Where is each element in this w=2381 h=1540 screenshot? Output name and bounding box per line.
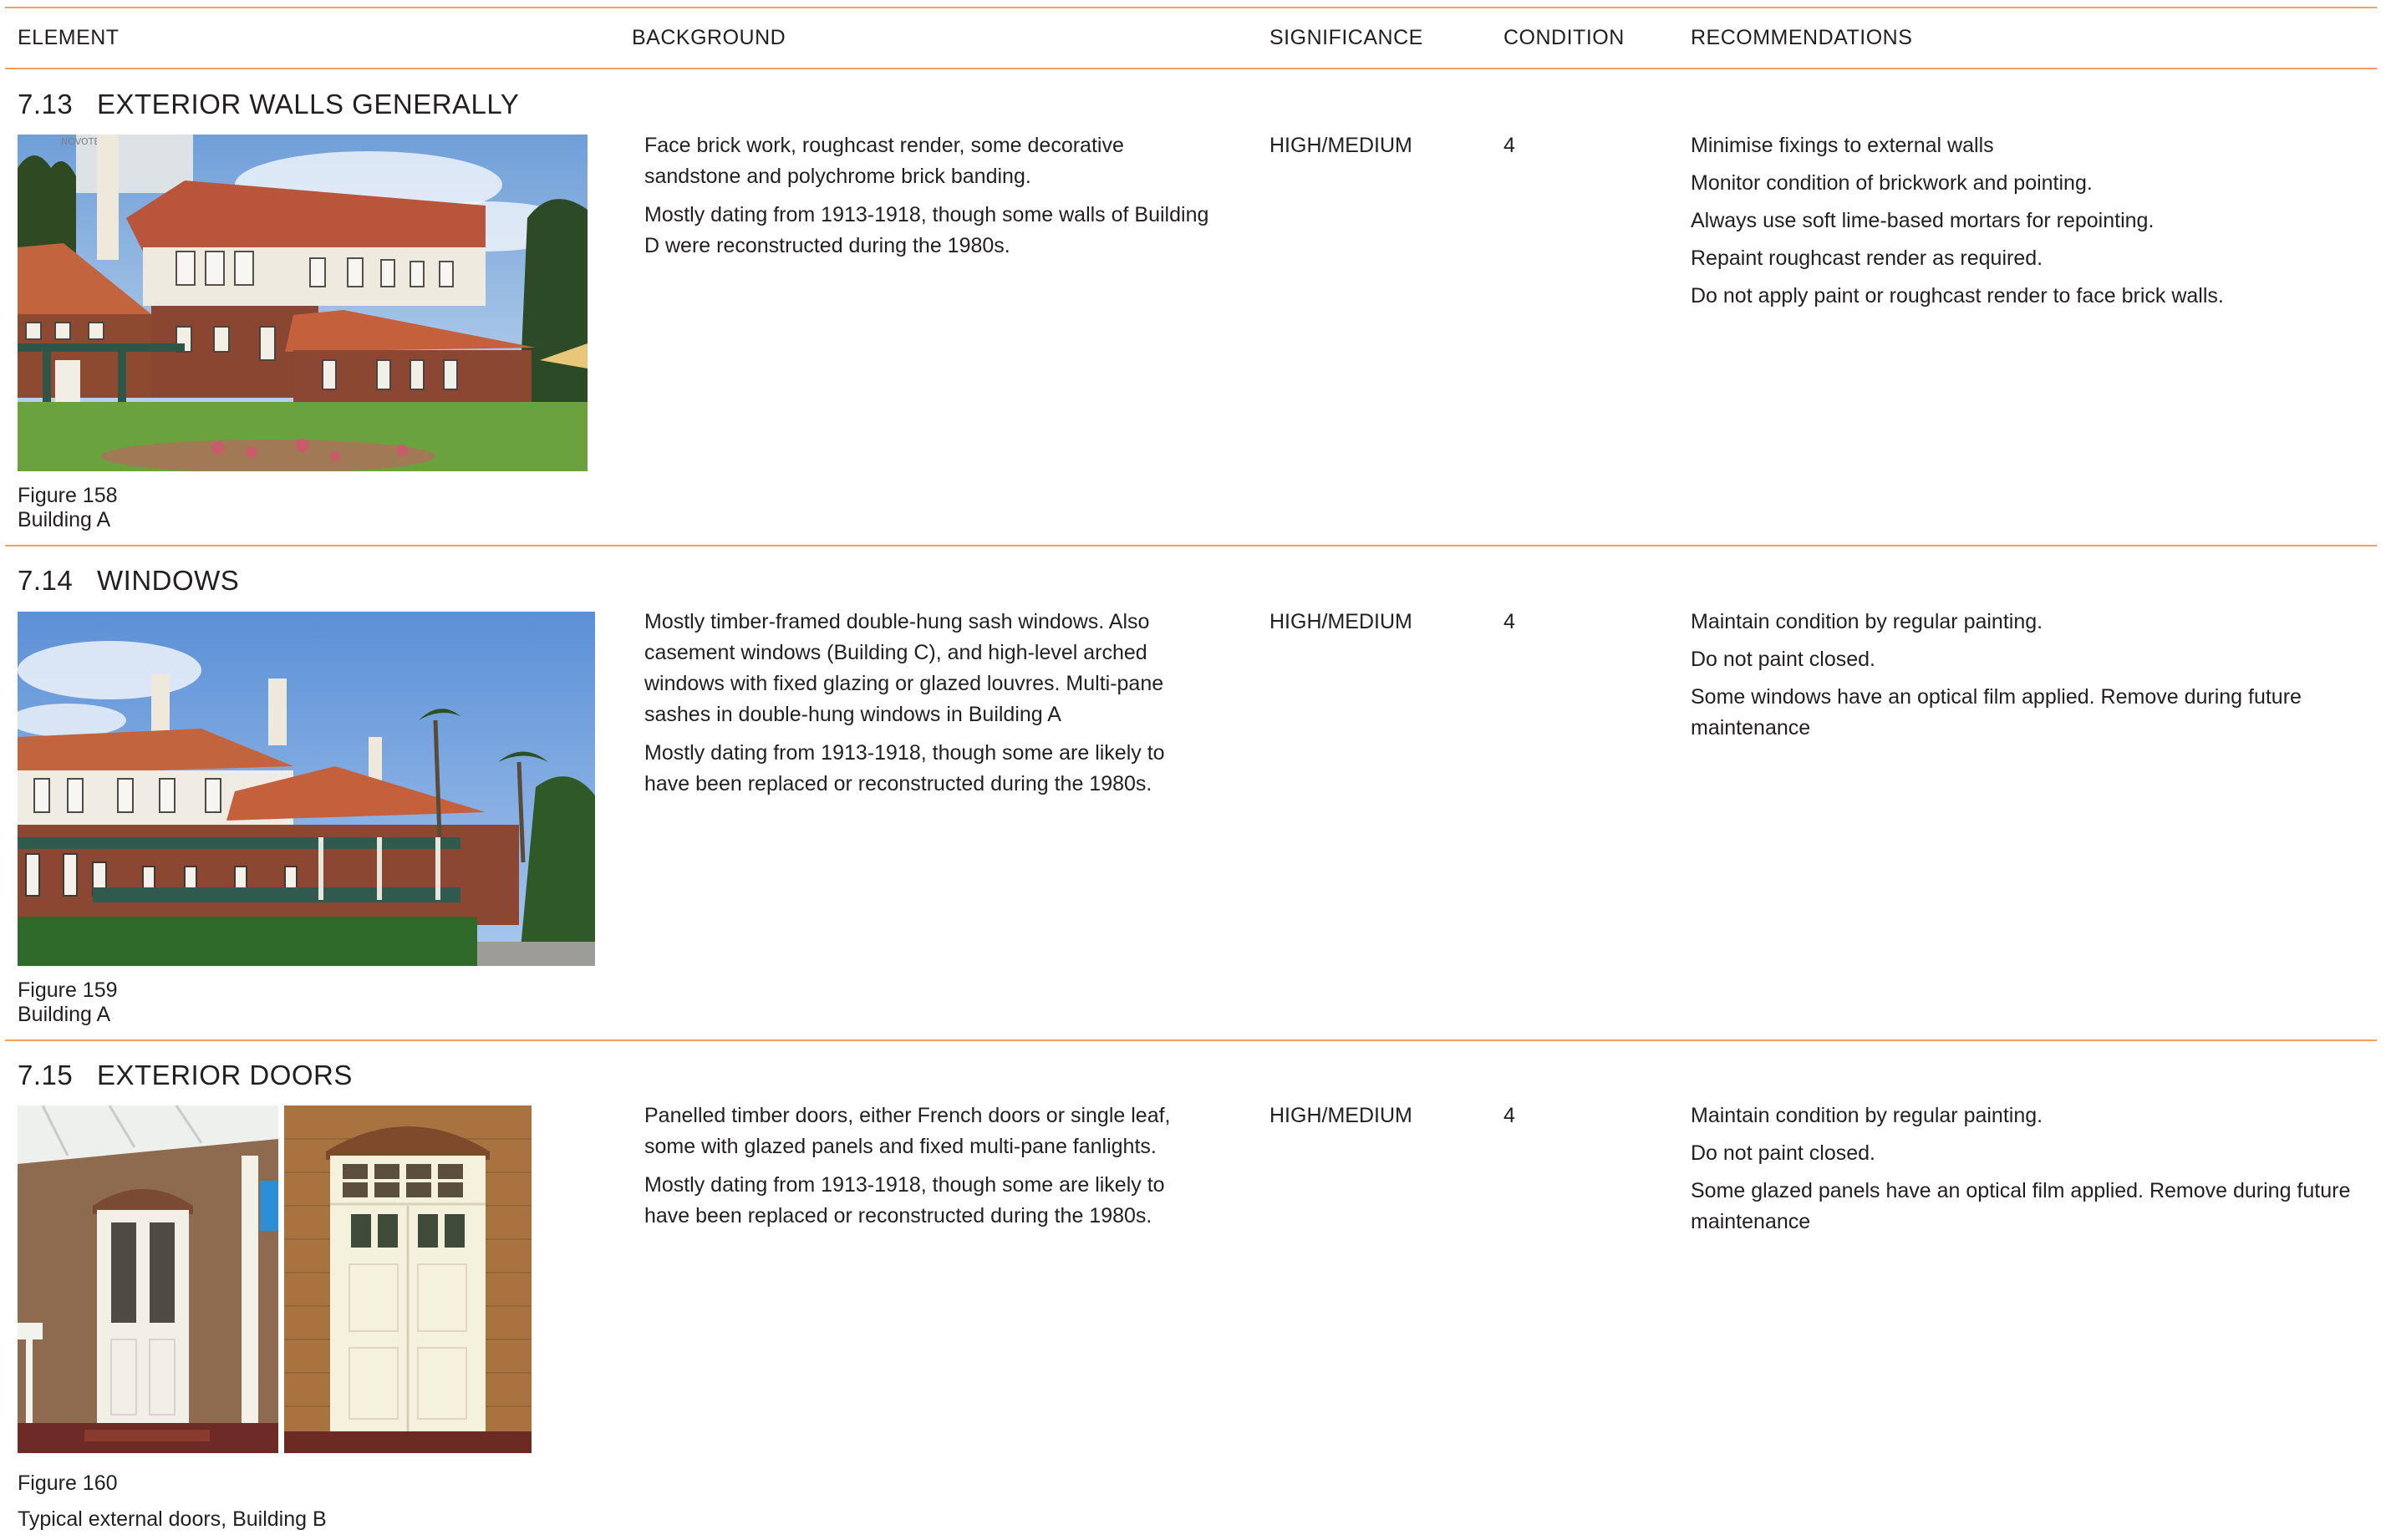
condition-value: 4 [1503, 610, 1515, 633]
significance-value: HIGH/MEDIUM [1269, 1104, 1412, 1127]
background-text: Panelled timber doors, either French doo… [644, 1100, 1213, 1239]
figure-description: Building A [18, 508, 111, 531]
background-paragraph: Mostly timber-framed double-hung sash wi… [644, 610, 1164, 726]
french-door-photo [284, 1105, 532, 1453]
section-heading: WINDOWS [97, 565, 240, 596]
column-header-background: BACKGROUND [632, 26, 786, 49]
background-paragraph: Face brick work, roughcast render, some … [644, 134, 1124, 188]
column-header-recommendations: RECOMMENDATIONS [1691, 26, 1913, 49]
recommendation-item: Maintain condition by regular painting. [1691, 610, 2043, 633]
column-header-element: ELEMENT [18, 26, 120, 49]
figure-caption: Figure 158 Building A [18, 484, 118, 532]
figure-caption: Figure 160 Typical external doors, Build… [18, 1466, 327, 1537]
recommendation-item: Always use soft lime-based mortars for r… [1691, 209, 2155, 232]
recommendation-item: Do not paint closed. [1691, 1141, 1875, 1165]
recommendation-item: Do not paint closed. [1691, 648, 1875, 671]
section-title-windows: 7.14 WINDOWS [18, 565, 239, 597]
background-paragraph: Mostly dating from 1913-1918, though som… [644, 203, 1209, 257]
recommendation-item: Minimise fixings to external walls [1691, 134, 1994, 157]
background-paragraph: Panelled timber doors, either French doo… [644, 1104, 1171, 1158]
recommendations-list: Maintain condition by regular painting. … [1691, 1100, 2351, 1244]
section-heading: EXTERIOR WALLS GENERALLY [97, 89, 520, 119]
top-rule [5, 7, 2377, 8]
section-divider [5, 545, 2377, 546]
recommendations-list: Maintain condition by regular painting. … [1691, 607, 2351, 750]
figure-caption: Figure 159 Building A [18, 978, 118, 1027]
condition-value: 4 [1503, 134, 1515, 157]
recommendations-list: Minimise fixings to external walls Monit… [1691, 130, 2351, 318]
section-number: 7.15 [18, 1060, 74, 1090]
recommendation-item: Some glazed panels have an optical film … [1691, 1179, 2351, 1233]
recommendation-item: Repaint roughcast render as required. [1691, 247, 2043, 270]
section-divider [5, 1039, 2377, 1041]
building-a-walls-photo: NOVOTEL [18, 135, 588, 471]
figure-description: Typical external doors, Building B [18, 1507, 327, 1531]
building-a-windows-photo [18, 612, 595, 966]
column-header-significance: SIGNIFICANCE [1269, 26, 1423, 49]
background-paragraph: Mostly dating from 1913-1918, though som… [644, 1173, 1165, 1227]
background-text: Face brick work, roughcast render, some … [644, 130, 1213, 269]
recommendation-item: Maintain condition by regular painting. [1691, 1104, 2043, 1127]
heritage-element-table: ELEMENT BACKGROUND SIGNIFICANCE CONDITIO… [0, 0, 2381, 1540]
single-door-photo [18, 1105, 278, 1453]
background-text: Mostly timber-framed double-hung sash wi… [644, 607, 1213, 807]
significance-value: HIGH/MEDIUM [1269, 610, 1412, 633]
section-title-exterior-doors: 7.15 EXTERIOR DOORS [18, 1060, 353, 1091]
section-number: 7.13 [18, 89, 74, 119]
section-number: 7.14 [18, 565, 74, 596]
section-title-exterior-walls: 7.13 EXTERIOR WALLS GENERALLY [18, 89, 519, 120]
background-paragraph: Mostly dating from 1913-1918, though som… [644, 741, 1165, 795]
recommendation-item: Some windows have an optical film applie… [1691, 685, 2302, 740]
header-rule [5, 68, 2377, 69]
recommendation-item: Monitor condition of brickwork and point… [1691, 171, 2093, 195]
figure-label: Figure 160 [18, 1471, 118, 1495]
condition-value: 4 [1503, 1104, 1515, 1127]
recommendation-item: Do not apply paint or roughcast render t… [1691, 284, 2224, 307]
figure-label: Figure 159 [18, 978, 118, 1002]
significance-value: HIGH/MEDIUM [1269, 134, 1412, 157]
column-header-condition: CONDITION [1503, 26, 1625, 49]
figure-description: Building A [18, 1003, 111, 1026]
figure-label: Figure 158 [18, 484, 118, 507]
section-heading: EXTERIOR DOORS [97, 1060, 353, 1090]
